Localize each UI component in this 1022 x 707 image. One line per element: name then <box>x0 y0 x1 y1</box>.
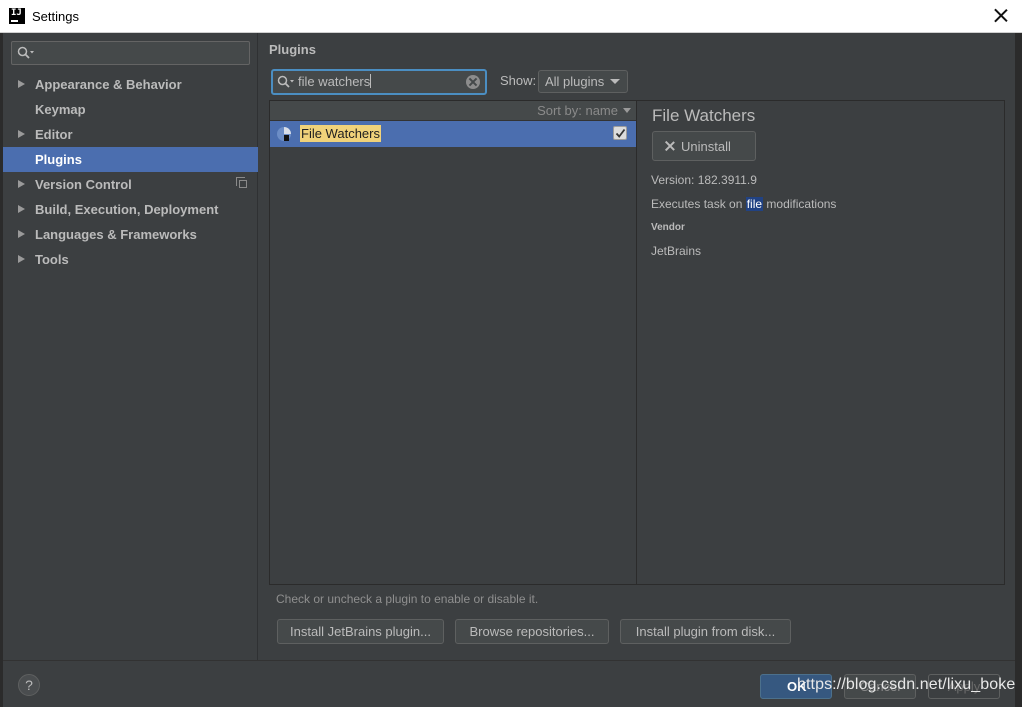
window-title: Settings <box>32 9 79 24</box>
uninstall-button[interactable]: Uninstall <box>652 131 756 161</box>
sidebar-item-label: Keymap <box>35 102 86 117</box>
sidebar-item-label: Editor <box>35 127 73 142</box>
show-filter-label: Show: <box>500 73 537 88</box>
close-icon[interactable] <box>990 5 1012 27</box>
plugin-version: Version: 182.3911.9 <box>651 173 757 187</box>
chevron-right-icon[interactable] <box>18 130 25 138</box>
plugin-detail-title: File Watchers <box>652 106 756 125</box>
sidebar-item-label: Build, Execution, Deployment <box>35 202 219 217</box>
sidebar-item-tools[interactable]: Tools <box>3 247 258 272</box>
sidebar-item-label: Plugins <box>35 152 82 167</box>
checkmark-icon <box>615 128 626 138</box>
show-filter-value: All plugins <box>545 74 605 89</box>
settings-dialog: Appearance & Behavior Keymap Editor Plugins… <box>3 33 1015 707</box>
search-icon <box>277 75 294 88</box>
install-jetbrains-plugin-button[interactable]: Install JetBrains plugin... <box>277 619 444 644</box>
title-bar: IJ Settings <box>0 0 1022 33</box>
chevron-right-icon[interactable] <box>18 180 25 188</box>
help-button[interactable]: ? <box>18 674 40 696</box>
sidebar-item-keymap[interactable]: Keymap <box>3 97 258 122</box>
sidebar-item-languages-frameworks[interactable]: Languages & Frameworks <box>3 222 258 247</box>
plugin-name: File Watchers <box>300 125 381 142</box>
sidebar-item-label: Version Control <box>35 177 132 192</box>
page-title: Plugins <box>269 42 316 57</box>
watermark: https://blog.csdn.net/lixu_boke <box>797 676 1016 693</box>
sidebar-item-label: Appearance & Behavior <box>35 77 182 92</box>
show-filter-dropdown[interactable]: All plugins <box>538 70 628 93</box>
chevron-down-icon <box>610 79 620 84</box>
sidebar-item-version-control[interactable]: Version Control <box>3 172 258 197</box>
plugin-list: Sort by: name File Watchers <box>269 100 637 585</box>
chevron-right-icon[interactable] <box>18 80 25 88</box>
chevron-right-icon[interactable] <box>18 255 25 263</box>
plugin-icon <box>277 127 291 141</box>
uninstall-label: Uninstall <box>681 139 731 154</box>
sidebar-item-appearance-behavior[interactable]: Appearance & Behavior <box>3 72 258 97</box>
plugin-enabled-checkbox[interactable] <box>613 126 627 140</box>
plugin-row-file-watchers[interactable]: File Watchers <box>270 121 636 147</box>
settings-nav: Appearance & Behavior Keymap Editor Plugins… <box>3 72 258 272</box>
plugin-details: File Watchers Uninstall Version: 182.391… <box>637 100 1005 585</box>
sidebar-item-label: Languages & Frameworks <box>35 227 197 242</box>
sidebar-item-editor[interactable]: Editor <box>3 122 258 147</box>
plugin-description: Executes task on file modifications <box>651 197 837 211</box>
clear-search-icon[interactable] <box>466 75 480 89</box>
chevron-right-icon[interactable] <box>18 230 25 238</box>
search-match-highlight: file <box>745 197 764 211</box>
browse-repositories-button[interactable]: Browse repositories... <box>455 619 609 644</box>
install-from-disk-button[interactable]: Install plugin from disk... <box>620 619 791 644</box>
sidebar-item-plugins[interactable]: Plugins <box>3 147 258 172</box>
close-icon <box>664 140 676 152</box>
sidebar-item-build-execution-deployment[interactable]: Build, Execution, Deployment <box>3 197 258 222</box>
chevron-right-icon[interactable] <box>18 205 25 213</box>
sidebar-item-label: Tools <box>35 252 69 267</box>
settings-sidebar: Appearance & Behavior Keymap Editor Plugins… <box>3 33 258 660</box>
plugins-page: Plugins file watchers Show: All plugins … <box>259 33 1015 660</box>
intellij-app-icon: IJ <box>9 8 25 24</box>
chevron-down-icon[interactable] <box>623 108 631 113</box>
vendor-value: JetBrains <box>651 244 702 258</box>
search-value: file watchers <box>298 74 372 89</box>
vendor-label: Vendor <box>651 222 685 233</box>
sort-by-dropdown[interactable]: Sort by: name <box>537 103 618 118</box>
plugin-list-header: Sort by: name <box>270 101 636 121</box>
plugin-search-input[interactable]: file watchers <box>271 69 487 95</box>
search-icon <box>17 46 34 59</box>
sidebar-search-input[interactable] <box>11 41 250 65</box>
copy-icon <box>236 177 247 188</box>
hint-text: Check or uncheck a plugin to enable or d… <box>276 592 539 606</box>
